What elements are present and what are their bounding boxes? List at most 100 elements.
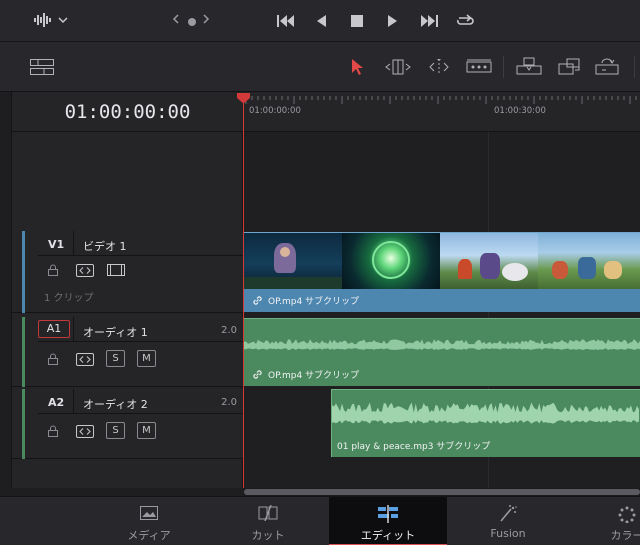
go-to-start-button[interactable]	[275, 11, 297, 31]
selection-mode-button[interactable]	[346, 55, 368, 79]
thumbnail-frame	[538, 233, 640, 289]
track-id-a1[interactable]: A1	[38, 320, 70, 338]
thumbnail-frame	[440, 233, 538, 289]
auto-track-select-button[interactable]	[75, 262, 95, 278]
disable-video-track-button[interactable]	[106, 262, 126, 278]
media-page-icon	[90, 505, 208, 523]
blade-edit-mode-button[interactable]	[464, 55, 494, 79]
arrow-pointer-icon	[352, 59, 363, 75]
dynamic-trim-mode-button[interactable]	[424, 55, 454, 79]
audio-waveform	[332, 402, 640, 424]
auto-track-select-button[interactable]	[75, 423, 95, 439]
go-to-end-button[interactable]	[418, 11, 440, 31]
auto-select-icon	[76, 352, 94, 366]
timeline-scrollbar-thumb[interactable]	[244, 489, 640, 495]
stop-button[interactable]	[348, 11, 366, 31]
tab-label: エディット	[360, 529, 416, 542]
auto-select-icon	[76, 424, 94, 438]
track-divider	[38, 413, 243, 414]
link-icon	[253, 296, 262, 305]
fusion-page-icon	[449, 505, 567, 523]
timecode-display[interactable]: 01:00:00:00	[12, 92, 243, 132]
clip-label: OP.mp4 サブクリップ	[252, 294, 359, 307]
overwrite-clip-button[interactable]	[556, 55, 584, 79]
replace-clip-button[interactable]	[593, 55, 623, 79]
cut-page-icon	[209, 505, 327, 523]
audio-clip-a1[interactable]: OP.mp4 サブクリップ	[244, 318, 640, 386]
tab-color[interactable]: カラー	[568, 497, 640, 545]
mute-track-button[interactable]: M	[137, 350, 156, 367]
track-divider	[73, 389, 74, 413]
video-clip[interactable]: OP.mp4 サブクリップ	[244, 232, 640, 312]
insert-clip-button[interactable]	[514, 55, 544, 79]
tab-cut[interactable]: カット	[209, 497, 327, 545]
next-clip-icon[interactable]	[202, 13, 210, 28]
playhead-line[interactable]	[243, 98, 244, 488]
lock-track-button[interactable]	[45, 423, 61, 439]
tab-edit[interactable]: エディット	[329, 497, 447, 545]
toolbar-divider	[634, 56, 635, 78]
chevron-down-icon	[58, 17, 68, 24]
trim-icon	[385, 59, 411, 75]
timeline-ruler[interactable]: 01:00:00:00 01:00:30:00	[244, 92, 640, 132]
link-icon	[253, 370, 262, 379]
tab-media[interactable]: メディア	[90, 497, 208, 545]
track-divider	[73, 317, 74, 341]
clip-name: OP.mp4 サブクリップ	[268, 297, 360, 307]
clip-label: 01 play & peace.mp3 サブクリップ	[337, 439, 490, 452]
stop-icon	[351, 15, 363, 27]
track-name-a1[interactable]: オーディオ 1	[83, 324, 148, 340]
spacer	[0, 488, 244, 496]
track-clip-count: 1 クリップ	[44, 293, 94, 304]
loop-button[interactable]	[454, 11, 476, 31]
edit-page-icon	[329, 505, 447, 523]
color-page-icon	[568, 505, 640, 523]
lock-icon	[48, 353, 58, 365]
edit-toolbar	[0, 42, 640, 92]
auto-track-select-button[interactable]	[75, 351, 95, 367]
ruler-ticks	[245, 96, 637, 104]
film-frame-icon	[107, 264, 125, 276]
thumbnail-frame	[244, 233, 342, 289]
audio-meter-dropdown[interactable]	[34, 13, 68, 27]
lock-icon	[48, 264, 58, 276]
clip-label: OP.mp4 サブクリップ	[252, 368, 359, 381]
solo-track-button[interactable]: S	[106, 350, 125, 367]
track-name-v1[interactable]: ビデオ 1	[83, 238, 127, 254]
clip-name: 01 play & peace.mp3 サブクリップ	[337, 442, 491, 452]
track-header-a2[interactable]: A2 オーディオ 2 2.0 S M	[12, 389, 243, 459]
previous-clip-icon[interactable]	[172, 13, 180, 28]
lock-track-button[interactable]	[45, 351, 61, 367]
playhead-handle-icon[interactable]	[236, 92, 251, 104]
tab-label: メディア	[127, 529, 171, 542]
audio-channel-format: 2.0	[221, 397, 237, 408]
auto-select-icon	[76, 263, 94, 277]
track-header-a1[interactable]: A1 オーディオ 1 2.0 S M	[12, 317, 243, 387]
solo-track-button[interactable]: S	[106, 422, 125, 439]
replace-clip-icon	[595, 58, 619, 75]
clip-name: OP.mp4 サブクリップ	[268, 371, 360, 381]
audio-channel-format: 2.0	[221, 325, 237, 336]
skip-back-icon	[277, 15, 294, 27]
mute-track-button[interactable]: M	[137, 422, 156, 439]
play-button[interactable]	[384, 11, 402, 31]
overwrite-clip-icon	[558, 58, 580, 75]
track-color-indicator	[22, 317, 25, 387]
clip-marker-icon[interactable]	[188, 18, 196, 26]
track-divider	[73, 231, 74, 255]
dynamic-trim-icon	[429, 59, 449, 75]
ruler-label-start: 01:00:00:00	[249, 106, 301, 116]
audio-clip-a2[interactable]: 01 play & peace.mp3 サブクリップ	[331, 389, 640, 457]
lock-icon	[48, 425, 58, 437]
timeline-view-options-button[interactable]	[28, 55, 56, 79]
play-reverse-button[interactable]	[312, 11, 330, 31]
ruler-label-30s: 01:00:30:00	[494, 106, 546, 116]
tab-fusion[interactable]: Fusion	[449, 497, 567, 545]
trim-edit-mode-button[interactable]	[383, 55, 413, 79]
track-header-v1[interactable]: V1 ビデオ 1 1 クリップ	[12, 231, 243, 313]
play-reverse-icon	[317, 15, 326, 27]
tab-label: カラー	[610, 529, 640, 542]
tab-label: カット	[251, 529, 285, 542]
track-name-a2[interactable]: オーディオ 2	[83, 396, 148, 412]
lock-track-button[interactable]	[45, 262, 61, 278]
